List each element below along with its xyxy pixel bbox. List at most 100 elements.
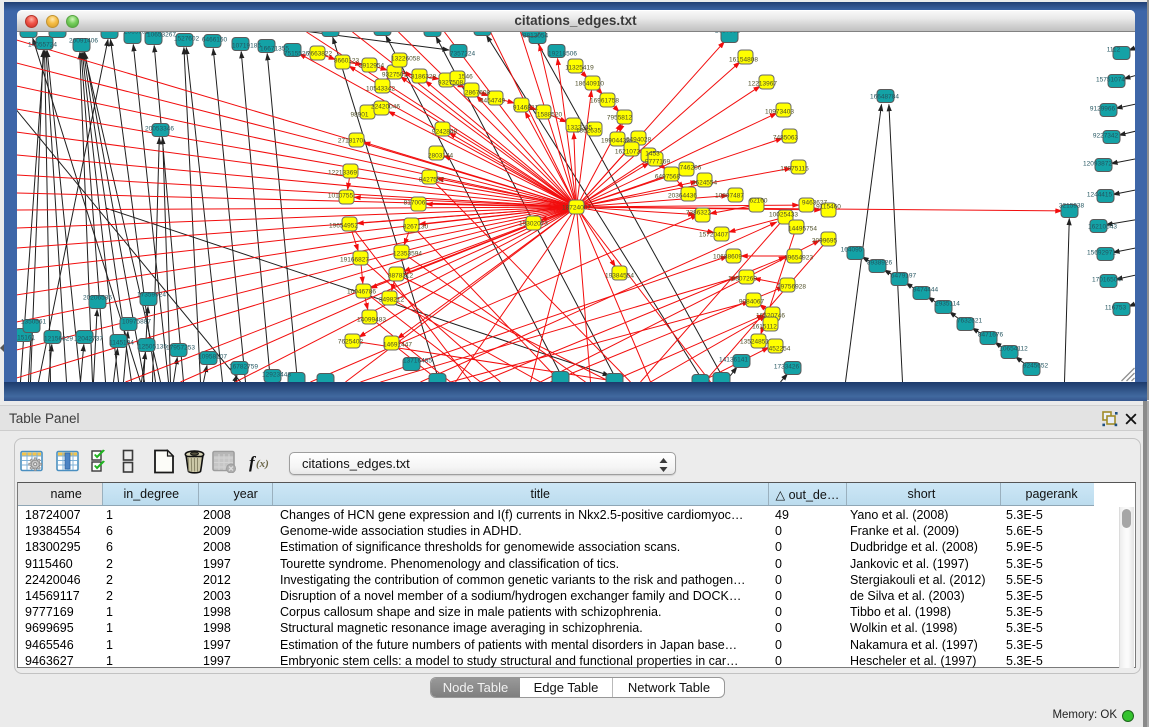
svg-text:13524851: 13524851 — [740, 339, 769, 346]
svg-text:16961758: 16961758 — [590, 98, 619, 105]
svg-text:10688609: 10688609 — [713, 254, 742, 261]
svg-text:19166827: 19166827 — [340, 257, 369, 264]
svg-text:13226058: 13226058 — [391, 56, 420, 63]
svg-text:2069731: 2069731 — [123, 32, 149, 36]
svg-text:9327508: 9327508 — [437, 80, 463, 87]
svg-text:164095: 164095 — [840, 247, 862, 254]
svg-text:18807269: 18807269 — [728, 276, 757, 283]
svg-text:1010755: 1010755 — [327, 193, 353, 200]
svg-text:3624554: 3624554 — [691, 180, 717, 187]
svg-text:12213369: 12213369 — [328, 170, 357, 177]
svg-text:10719185: 10719185 — [232, 43, 261, 50]
svg-text:8186328: 8186328 — [410, 74, 436, 81]
svg-text:98901: 98901 — [350, 112, 368, 119]
svg-text:116753: 116753 — [1104, 305, 1126, 312]
svg-text:1546: 1546 — [458, 74, 473, 81]
svg-text:3915161: 3915161 — [17, 335, 36, 342]
svg-text:8938926: 8938926 — [866, 260, 892, 267]
svg-text:16782759: 16782759 — [229, 364, 258, 371]
svg-text:7485063: 7485063 — [772, 135, 798, 142]
svg-text:18724007: 18724007 — [562, 205, 591, 212]
svg-text:1453: 1453 — [645, 151, 660, 158]
svg-text:1112: 1112 — [1106, 47, 1120, 54]
svg-text:22420046: 22420046 — [371, 104, 400, 111]
svg-text:19654923: 19654923 — [784, 255, 813, 262]
svg-text:12042737: 12042737 — [74, 336, 103, 343]
svg-text:6466160: 6466160 — [201, 37, 227, 44]
svg-text:10653267: 10653267 — [147, 32, 176, 39]
svg-text:8267130: 8267130 — [402, 224, 428, 231]
svg-text:9777169: 9777169 — [644, 159, 670, 166]
svg-text:7515526: 7515526 — [283, 51, 309, 58]
svg-text:8878312: 8878312 — [387, 273, 413, 280]
svg-text:1621072: 1621072 — [614, 149, 640, 156]
svg-text:3498212: 3498212 — [378, 297, 404, 304]
svg-text:9242848: 9242848 — [431, 129, 457, 136]
svg-text:19384554: 19384554 — [605, 273, 634, 280]
svg-text:19302073: 19302073 — [519, 221, 548, 228]
svg-text:62160: 62160 — [749, 198, 767, 205]
svg-text:20053346: 20053346 — [145, 126, 174, 133]
svg-text:16210643: 16210643 — [1088, 224, 1117, 231]
svg-text:12213967: 12213967 — [748, 81, 777, 88]
svg-text:2087682: 2087682 — [714, 32, 740, 35]
svg-text:14099483: 14099483 — [357, 317, 386, 324]
svg-text:6479197: 6479197 — [890, 273, 916, 280]
svg-text:10958107: 10958107 — [198, 354, 227, 361]
svg-text:11325419: 11325419 — [565, 65, 594, 72]
svg-text:12505135: 12505135 — [138, 344, 167, 351]
svg-text:2803144: 2803144 — [427, 153, 453, 160]
svg-text:15720407: 15720407 — [699, 232, 728, 239]
svg-text:9474444: 9474444 — [912, 287, 938, 294]
svg-text:10975887: 10975887 — [122, 319, 151, 326]
svg-text:1527602: 1527602 — [173, 36, 199, 43]
svg-text:7663822: 7663822 — [306, 51, 332, 58]
svg-text:17359924: 17359924 — [137, 292, 166, 299]
svg-text:14055724: 14055724 — [28, 42, 57, 49]
svg-text:14136141: 14136141 — [719, 357, 748, 364]
svg-text:9227342: 9227342 — [1092, 133, 1118, 140]
svg-text:6494028: 6494028 — [625, 137, 651, 144]
svg-text:8427552: 8427552 — [418, 177, 444, 184]
svg-text:1350561: 1350561 — [20, 319, 46, 326]
svg-text:10654112: 10654112 — [999, 346, 1028, 353]
svg-text:8471676: 8471676 — [977, 332, 1003, 339]
svg-text:10543342: 10543342 — [366, 86, 395, 93]
svg-text:7632621: 7632621 — [956, 318, 982, 325]
svg-text:7357224: 7357224 — [449, 51, 475, 58]
svg-text:18640910: 18640910 — [575, 81, 604, 88]
svg-text:17975115: 17975115 — [780, 166, 809, 173]
svg-text:16154808: 16154808 — [729, 57, 758, 64]
svg-text:12923448: 12923448 — [262, 372, 291, 379]
svg-text:2867608: 2867608 — [464, 90, 490, 97]
svg-text:9245652: 9245652 — [1022, 363, 1048, 370]
svg-text:746266: 746266 — [679, 165, 701, 172]
svg-text:9084067: 9084067 — [738, 299, 764, 306]
svg-text:1733426: 1733426 — [773, 364, 799, 371]
svg-text:(x): (x) — [256, 458, 269, 470]
svg-text:9146821: 9146821 — [512, 105, 538, 112]
svg-text:8454749: 8454749 — [479, 98, 505, 105]
svg-text:19756928: 19756928 — [777, 284, 806, 291]
svg-text:1615112: 1615112 — [752, 324, 777, 331]
svg-text:817006: 817006 — [403, 200, 425, 207]
svg-text:1145194: 1145194 — [109, 340, 134, 347]
svg-text:19218506: 19218506 — [548, 51, 577, 58]
svg-text:3099695: 3099695 — [811, 238, 837, 245]
svg-text:15692971: 15692971 — [1087, 250, 1116, 257]
svg-text:20364436: 20364436 — [668, 193, 697, 200]
svg-text:7955812: 7955812 — [606, 115, 632, 122]
svg-text:10807487: 10807487 — [715, 193, 744, 200]
svg-text:9463627: 9463627 — [801, 200, 827, 207]
svg-text:20206535: 20206535 — [83, 295, 112, 302]
svg-text:3215938: 3215938 — [1058, 203, 1084, 210]
svg-text:8912954: 8912954 — [358, 63, 384, 70]
svg-text:1588520: 1588520 — [536, 112, 562, 119]
svg-text:7625402: 7625402 — [337, 339, 363, 346]
svg-text:9129966: 9129966 — [1089, 106, 1115, 113]
svg-text:10046786: 10046786 — [347, 289, 376, 296]
svg-text:16648784: 16648784 — [870, 94, 899, 101]
svg-text:14691447: 14691447 — [383, 342, 412, 349]
svg-text:8813054: 8813054 — [522, 33, 548, 40]
svg-text:2935114: 2935114 — [935, 301, 960, 308]
